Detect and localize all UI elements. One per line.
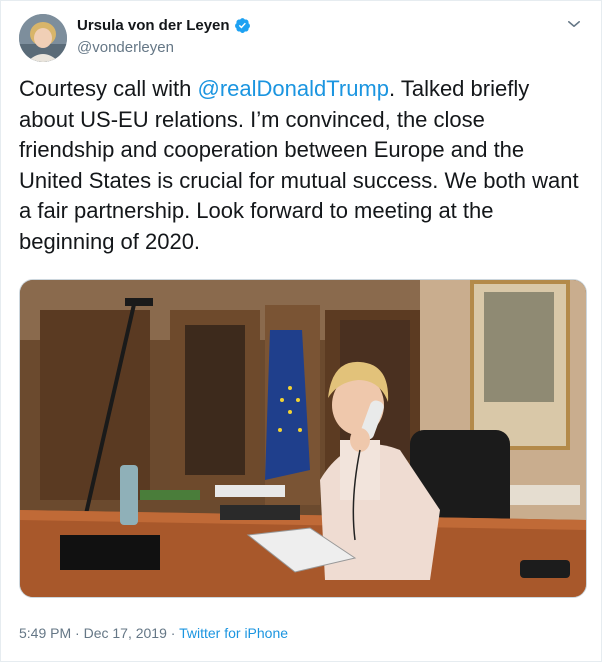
tweet-text-after: . Talked briefly about US-EU relations. … bbox=[19, 76, 579, 254]
user-handle[interactable]: @vonderleyen bbox=[77, 39, 174, 56]
tweet-time[interactable]: 5:49 PM bbox=[19, 625, 71, 641]
tweet-meta: 5:49 PM · Dec 17, 2019 · Twitter for iPh… bbox=[19, 625, 288, 641]
meta-separator: · bbox=[166, 625, 180, 641]
tweet-text-before: Courtesy call with bbox=[19, 76, 198, 101]
chevron-down-icon[interactable] bbox=[565, 15, 583, 33]
tweet-date[interactable]: Dec 17, 2019 bbox=[84, 625, 167, 641]
tweet-source[interactable]: Twitter for iPhone bbox=[179, 625, 288, 641]
display-name[interactable]: Ursula von der Leyen bbox=[77, 17, 230, 34]
verified-badge-icon bbox=[234, 18, 250, 33]
author-name-row[interactable]: Ursula von der Leyen bbox=[77, 17, 251, 34]
tweet-card: Ursula von der Leyen @vonderleyen Courte… bbox=[0, 0, 602, 662]
tweet-photo[interactable] bbox=[19, 279, 587, 598]
mention-link[interactable]: @realDonaldTrump bbox=[198, 76, 389, 101]
meta-separator: · bbox=[71, 625, 84, 641]
tweet-text: Courtesy call with @realDonaldTrump. Tal… bbox=[19, 74, 585, 257]
avatar[interactable] bbox=[19, 14, 67, 62]
